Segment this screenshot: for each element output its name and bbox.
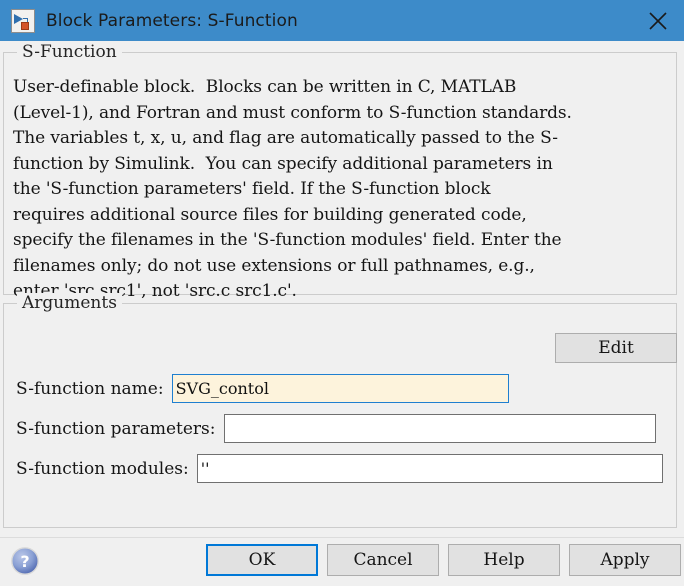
arguments-group-legend: Arguments xyxy=(17,293,122,313)
close-icon[interactable] xyxy=(632,0,684,41)
sfunction-name-row: S-function name: xyxy=(16,374,509,403)
sfunction-group: S-Function User-definable block. Blocks … xyxy=(3,52,677,295)
sfunction-parameters-row: S-function parameters: xyxy=(16,414,656,443)
sfunction-name-input[interactable] xyxy=(172,374,509,403)
dialog-body: S-Function User-definable block. Blocks … xyxy=(0,41,684,586)
cancel-button[interactable]: Cancel xyxy=(327,544,439,576)
title-bar: Block Parameters: S-Function xyxy=(0,0,684,41)
edit-button[interactable]: Edit xyxy=(555,333,677,363)
ok-button[interactable]: OK xyxy=(206,544,318,576)
dialog-button-row: OK Cancel Help Apply xyxy=(206,544,681,576)
sfunction-modules-input[interactable] xyxy=(197,454,663,483)
apply-button[interactable]: Apply xyxy=(569,544,681,576)
sfunction-parameters-input[interactable] xyxy=(224,414,656,443)
simulink-block-icon xyxy=(11,9,35,33)
sfunction-modules-label: S-function modules: xyxy=(16,459,189,479)
sfunction-parameters-label: S-function parameters: xyxy=(16,419,216,439)
sfunction-description: User-definable block. Blocks can be writ… xyxy=(13,75,673,305)
sfunction-name-label: S-function name: xyxy=(16,379,164,399)
window-title: Block Parameters: S-Function xyxy=(46,11,298,31)
help-button[interactable]: Help xyxy=(448,544,560,576)
sfunction-modules-row: S-function modules: xyxy=(16,454,663,483)
question-mark-icon[interactable]: ? xyxy=(10,546,40,576)
square-shape xyxy=(21,22,29,30)
svg-text:?: ? xyxy=(20,552,29,571)
footer: ? OK Cancel Help Apply xyxy=(0,538,684,586)
sfunction-group-legend: S-Function xyxy=(17,42,122,62)
